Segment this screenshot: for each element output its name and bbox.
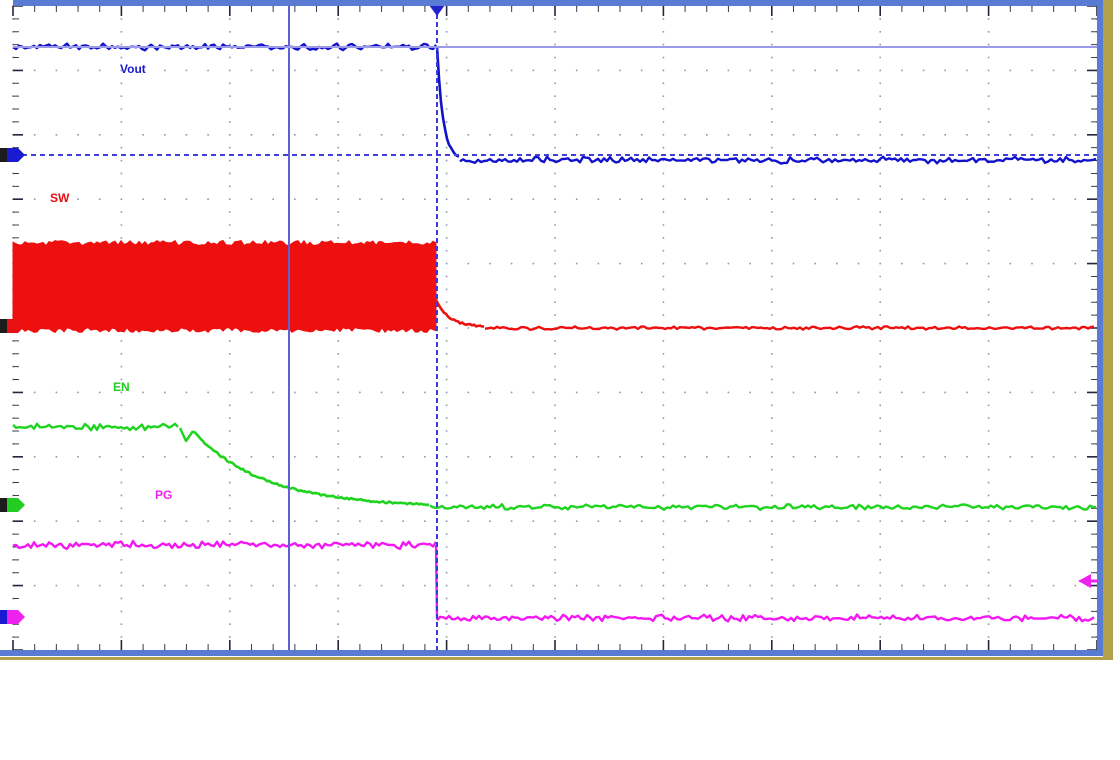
app-frame-right (1103, 0, 1113, 760)
channel-markers (0, 0, 1103, 656)
waveform-label-vout: Vout (120, 62, 146, 76)
graticule-border-bottom (0, 650, 1103, 656)
waveform-display-area[interactable]: Vout SW EN PG (0, 0, 1103, 656)
trigger-level-marker[interactable] (1078, 574, 1091, 588)
channel-marker-c4[interactable] (7, 610, 25, 624)
waveform-label-sw: SW (50, 191, 69, 205)
waveform-label-en: EN (113, 380, 130, 394)
oscilloscope-screen: Vout SW EN PG C1 2.0V/div 50Ω BW:20.0M C2 1… (0, 0, 1120, 760)
graticule-border-top (13, 0, 1103, 6)
waveform-label-pg: PG (155, 488, 172, 502)
channel-marker-c1[interactable] (7, 148, 25, 162)
readout-bar: C1 2.0V/div 50Ω BW:20.0M C2 10.0V/div 1M… (0, 660, 1120, 760)
channel-marker-c2[interactable] (7, 319, 25, 333)
channel-marker-c3[interactable] (7, 498, 25, 512)
